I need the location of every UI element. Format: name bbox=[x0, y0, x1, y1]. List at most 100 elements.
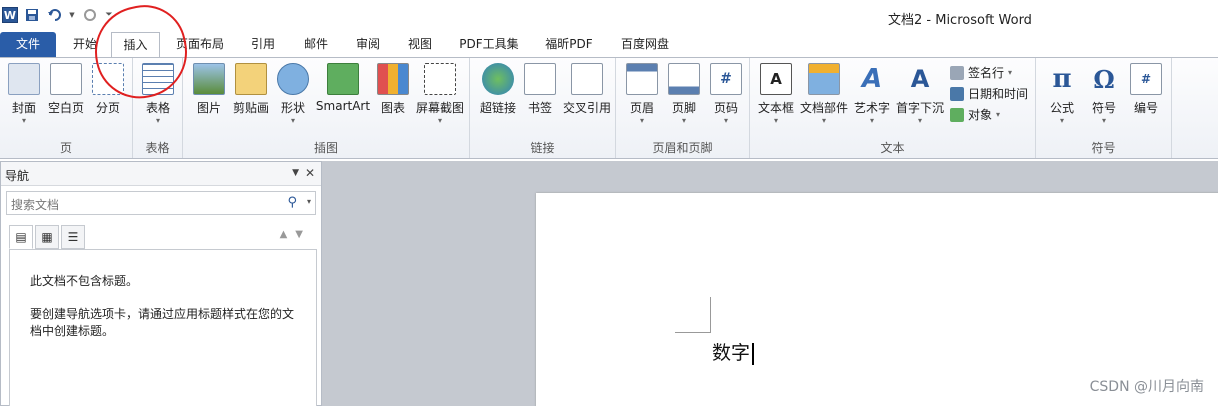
undo-dropdown-icon[interactable]: ▼ bbox=[68, 7, 76, 23]
blank-page-icon bbox=[50, 63, 82, 95]
table-button[interactable]: 表格 ▾ bbox=[134, 61, 182, 127]
header-icon bbox=[626, 63, 658, 95]
blank-page-button[interactable]: 空白页 bbox=[42, 61, 90, 127]
hyperlink-label: 超链接 bbox=[479, 101, 516, 115]
dropdown-arrow-icon: ▾ bbox=[1059, 116, 1064, 125]
tab-view[interactable]: 视图 bbox=[397, 32, 443, 57]
chart-icon bbox=[377, 63, 409, 95]
object-icon bbox=[950, 107, 964, 122]
date-time-button[interactable]: 日期和时间 bbox=[950, 85, 1028, 102]
search-dropdown-icon[interactable]: ▾ bbox=[307, 197, 311, 206]
results-view-icon[interactable]: ☰ bbox=[61, 225, 85, 249]
hyperlink-button[interactable]: 超链接 bbox=[474, 61, 522, 127]
equation-button[interactable]: π 公式 ▾ bbox=[1038, 61, 1086, 127]
navigation-pane: 导航 ▼ ✕ 搜索文档 ⚲ ▾ ▤ ▦ ☰ ▲▼ 此文档不包含标题。 要创建导航… bbox=[0, 161, 322, 406]
group-pages: 封面 ▾ 空白页 分页 页 bbox=[0, 58, 133, 158]
page-number-icon: # bbox=[710, 63, 742, 95]
object-button[interactable]: 对象 ▾ bbox=[950, 106, 1000, 123]
header-label: 页眉 bbox=[629, 101, 654, 115]
clip-art-icon bbox=[235, 63, 267, 95]
drop-cap-icon: A bbox=[910, 65, 930, 93]
clip-art-button[interactable]: 剪贴画 bbox=[227, 61, 275, 127]
drop-cap-button[interactable]: A 首字下沉 ▾ bbox=[894, 61, 946, 127]
footer-icon bbox=[668, 63, 700, 95]
quick-parts-button[interactable]: 文档部件 ▾ bbox=[798, 61, 850, 127]
quick-access-toolbar: W ▼ ⏷ bbox=[2, 7, 114, 23]
document-text[interactable]: 数字 bbox=[712, 338, 754, 365]
group-label-symbols: 符号 bbox=[1091, 141, 1116, 155]
cross-reference-button[interactable]: 交叉引用 bbox=[560, 61, 614, 127]
text-cursor bbox=[752, 343, 754, 365]
group-tables: 表格 ▾ 表格 bbox=[133, 58, 183, 158]
page-number-button[interactable]: # 页码 ▾ bbox=[702, 61, 750, 127]
shapes-icon bbox=[277, 63, 309, 95]
dropdown-arrow-icon: ▾ bbox=[681, 116, 686, 125]
picture-button[interactable]: 图片 bbox=[185, 61, 233, 127]
header-button[interactable]: 页眉 ▾ bbox=[618, 61, 666, 127]
tab-review[interactable]: 审阅 bbox=[345, 32, 391, 57]
footer-button[interactable]: 页脚 ▾ bbox=[660, 61, 708, 127]
save-icon[interactable] bbox=[24, 7, 40, 23]
numbering-button[interactable]: # 编号 bbox=[1122, 61, 1170, 127]
signature-line-button[interactable]: 签名行 ▾ bbox=[950, 64, 1012, 81]
title-bar: W ▼ ⏷ 文档2 - Microsoft Word bbox=[0, 0, 1218, 32]
nav-view-tabs: ▤ ▦ ☰ bbox=[9, 225, 85, 249]
group-label-text: 文本 bbox=[880, 141, 905, 155]
wordart-button[interactable]: A 艺术字 ▾ bbox=[848, 61, 896, 127]
pane-options-icon[interactable]: ▼ bbox=[292, 168, 299, 178]
page-break-button[interactable]: 分页 bbox=[84, 61, 132, 127]
tab-references[interactable]: 引用 bbox=[240, 32, 286, 57]
undo-icon[interactable] bbox=[46, 7, 62, 23]
screenshot-icon bbox=[424, 63, 456, 95]
chart-button[interactable]: 图表 bbox=[369, 61, 417, 127]
bookmark-button[interactable]: 书签 bbox=[516, 61, 564, 127]
pi-icon: π bbox=[1052, 64, 1072, 94]
tab-pdf-tools[interactable]: PDF工具集 bbox=[452, 32, 526, 57]
tab-baidu-netdisk[interactable]: 百度网盘 bbox=[612, 32, 678, 57]
group-label-links: 链接 bbox=[530, 141, 555, 155]
shapes-label: 形状 bbox=[280, 101, 305, 115]
signature-line-icon bbox=[950, 65, 964, 80]
text-box-label: 文本框 bbox=[757, 101, 794, 115]
tab-foxit-pdf[interactable]: 福昕PDF bbox=[536, 32, 602, 57]
picture-icon bbox=[193, 63, 225, 95]
object-label: 对象 bbox=[968, 108, 993, 122]
group-label-tables: 表格 bbox=[145, 141, 170, 155]
word-app-icon[interactable]: W bbox=[2, 7, 18, 23]
smartart-button[interactable]: SmartArt bbox=[315, 61, 371, 127]
tab-insert[interactable]: 插入 bbox=[111, 32, 160, 58]
symbol-button[interactable]: Ω 符号 ▾ bbox=[1080, 61, 1128, 127]
redo-icon[interactable] bbox=[82, 7, 98, 23]
clip-art-label: 剪贴画 bbox=[232, 101, 269, 115]
create-headings-hint: 要创建导航选项卡，请通过应用标题样式在您的文档中创建标题。 bbox=[30, 307, 295, 338]
tab-file[interactable]: 文件 bbox=[0, 32, 56, 57]
screenshot-button[interactable]: 屏幕截图 ▾ bbox=[413, 61, 467, 127]
dropdown-arrow-icon: ▾ bbox=[773, 116, 778, 125]
customize-qat-icon[interactable]: ⏷ bbox=[104, 7, 114, 23]
tab-home[interactable]: 开始 bbox=[62, 32, 108, 57]
group-links: 超链接 书签 交叉引用 链接 bbox=[470, 58, 616, 158]
wordart-label: 艺术字 bbox=[853, 101, 890, 115]
dropdown-arrow-icon: ▾ bbox=[1101, 116, 1106, 125]
cover-page-label: 封面 bbox=[11, 101, 36, 115]
close-icon[interactable]: ✕ bbox=[305, 166, 315, 180]
search-icon[interactable]: ⚲ bbox=[287, 195, 297, 210]
text-box-button[interactable]: A 文本框 ▾ bbox=[752, 61, 800, 127]
shapes-button[interactable]: 形状 ▾ bbox=[269, 61, 317, 127]
search-placeholder: 搜索文档 bbox=[11, 198, 60, 212]
headings-view-icon[interactable]: ▤ bbox=[9, 225, 33, 249]
watermark: CSDN @川月向南 bbox=[1089, 379, 1204, 395]
tab-mailings[interactable]: 邮件 bbox=[293, 32, 339, 57]
cross-reference-icon bbox=[571, 63, 603, 95]
dropdown-arrow-icon: ▾ bbox=[1008, 68, 1013, 77]
tab-page-layout[interactable]: 页面布局 bbox=[169, 32, 231, 57]
window-title: 文档2 - Microsoft Word bbox=[888, 13, 1032, 28]
search-input[interactable]: 搜索文档 ⚲ ▾ bbox=[6, 191, 316, 215]
cover-page-icon bbox=[8, 63, 40, 95]
nav-up-down-icons[interactable]: ▲▼ bbox=[280, 229, 311, 240]
cover-page-button[interactable]: 封面 ▾ bbox=[0, 61, 48, 127]
document-page[interactable]: 数字 bbox=[536, 193, 1218, 406]
dropdown-arrow-icon: ▾ bbox=[917, 116, 922, 125]
dropdown-arrow-icon: ▾ bbox=[996, 110, 1001, 119]
pages-view-icon[interactable]: ▦ bbox=[35, 225, 59, 249]
